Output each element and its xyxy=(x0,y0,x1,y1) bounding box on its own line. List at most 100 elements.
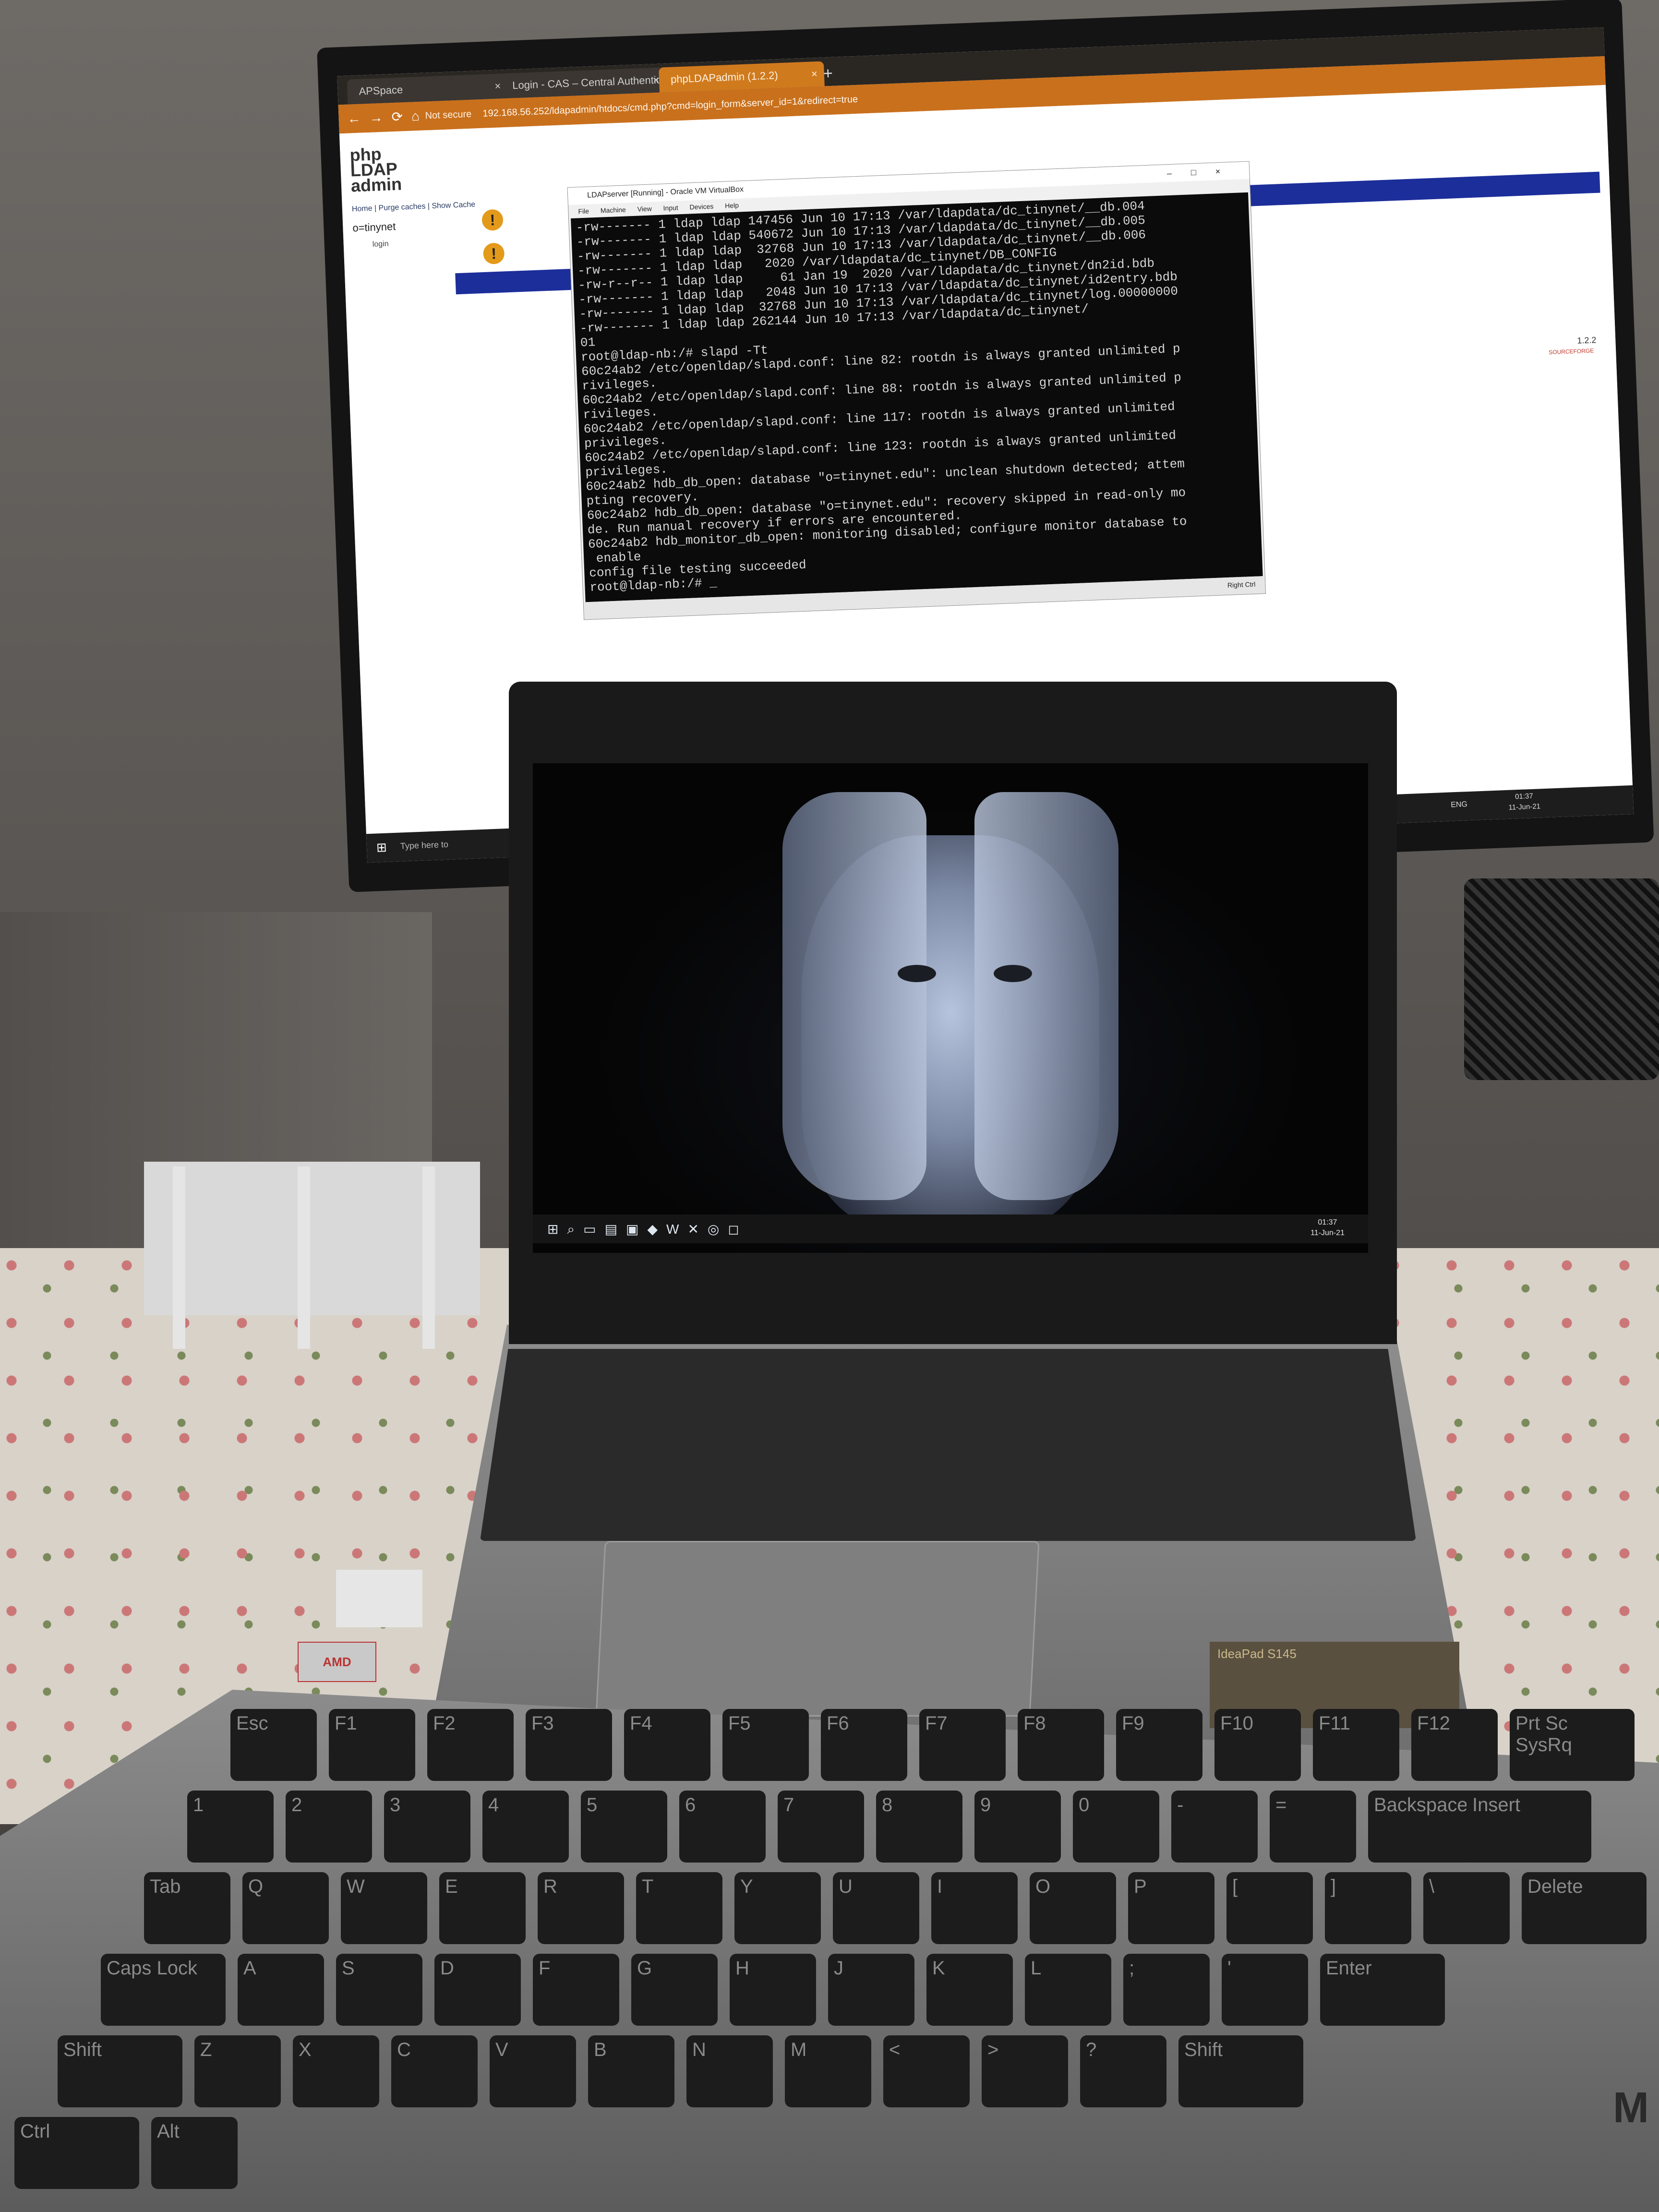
key-f3[interactable]: F3 xyxy=(526,1709,612,1781)
key--[interactable]: - xyxy=(1171,1791,1258,1863)
key-6[interactable]: 6 xyxy=(679,1791,766,1863)
key--[interactable]: ? xyxy=(1080,2035,1166,2107)
key-shift[interactable]: Shift xyxy=(1178,2035,1303,2107)
key-w[interactable]: W xyxy=(341,1872,427,1944)
key-m[interactable]: M xyxy=(785,2035,871,2107)
taskbar-search[interactable]: Type here to xyxy=(400,840,449,852)
keyboard-brand: M xyxy=(1613,2084,1649,2132)
taskbar-app-icons[interactable]: ⊞⌕▭▤▣◆W✕◎◻ xyxy=(547,1221,748,1238)
key-f8[interactable]: F8 xyxy=(1018,1709,1104,1781)
terminal-line: 60c24ab2 /etc/openldap/slapd.conf: line … xyxy=(583,399,1176,437)
key-alt[interactable]: Alt xyxy=(151,2117,238,2189)
key-f12[interactable]: F12 xyxy=(1411,1709,1498,1781)
key-l[interactable]: L xyxy=(1025,1954,1111,2026)
key--[interactable]: < xyxy=(883,2035,970,2107)
key-f6[interactable]: F6 xyxy=(821,1709,907,1781)
key-y[interactable]: Y xyxy=(734,1872,821,1944)
key-8[interactable]: 8 xyxy=(876,1791,962,1863)
tab-label: APSpace xyxy=(359,84,403,97)
menu-devices[interactable]: Devices xyxy=(689,200,714,214)
taskbar-clock[interactable]: 01:37 11-Jun-21 xyxy=(1508,791,1540,813)
key-s[interactable]: S xyxy=(336,1954,422,2026)
key-shift[interactable]: Shift xyxy=(58,2035,182,2107)
tree-login-link[interactable]: login xyxy=(372,240,388,249)
key--[interactable]: [ xyxy=(1226,1872,1313,1944)
router-antenna xyxy=(298,1166,310,1349)
pla-nav-links[interactable]: Home | Purge caches | Show Cache xyxy=(352,201,476,214)
nav-icons[interactable]: ←→⟳⌂ xyxy=(347,101,429,133)
key-esc[interactable]: Esc xyxy=(230,1709,317,1781)
key-f9[interactable]: F9 xyxy=(1116,1709,1202,1781)
key-f11[interactable]: F11 xyxy=(1313,1709,1399,1781)
key-e[interactable]: E xyxy=(439,1872,526,1944)
new-tab-button[interactable]: + xyxy=(817,62,839,84)
key-a[interactable]: A xyxy=(238,1954,324,2026)
key--[interactable]: = xyxy=(1270,1791,1356,1863)
key-r[interactable]: R xyxy=(538,1872,624,1944)
key-i[interactable]: I xyxy=(931,1872,1018,1944)
key-b[interactable]: B xyxy=(588,2035,674,2107)
key-j[interactable]: J xyxy=(828,1954,914,2026)
terminal-console[interactable]: -rw------- 1 ldap ldap 147456 Jun 10 17:… xyxy=(571,192,1263,602)
key--[interactable]: ] xyxy=(1325,1872,1411,1944)
laptop-taskbar: ⊞⌕▭▤▣◆W✕◎◻ 01:37 11-Jun-21 xyxy=(533,1214,1368,1243)
key-z[interactable]: Z xyxy=(194,2035,281,2107)
key-x[interactable]: X xyxy=(293,2035,379,2107)
key-f[interactable]: F xyxy=(533,1954,619,2026)
key-f1[interactable]: F1 xyxy=(329,1709,415,1781)
key-4[interactable]: 4 xyxy=(482,1791,569,1863)
key-f4[interactable]: F4 xyxy=(624,1709,710,1781)
key-3[interactable]: 3 xyxy=(384,1791,470,1863)
menu-view[interactable]: View xyxy=(637,202,652,216)
key-prt-sc-sysrq[interactable]: Prt Sc SysRq xyxy=(1510,1709,1635,1781)
laptop-keyboard xyxy=(480,1349,1416,1541)
window-controls[interactable]: –□× xyxy=(1166,162,1240,182)
menu-machine[interactable]: Machine xyxy=(600,203,626,217)
key-f7[interactable]: F7 xyxy=(919,1709,1006,1781)
key-o[interactable]: O xyxy=(1030,1872,1116,1944)
key-0[interactable]: 0 xyxy=(1073,1791,1159,1863)
menu-input[interactable]: Input xyxy=(663,201,678,215)
key-d[interactable]: D xyxy=(434,1954,521,2026)
key-f10[interactable]: F10 xyxy=(1214,1709,1301,1781)
key-1[interactable]: 1 xyxy=(187,1791,274,1863)
phpldapadmin-logo: php LDAP admin xyxy=(349,144,402,196)
key-enter[interactable]: Enter xyxy=(1320,1954,1445,2026)
key--[interactable]: \ xyxy=(1423,1872,1510,1944)
key-delete[interactable]: Delete xyxy=(1522,1872,1647,1944)
key-f5[interactable]: F5 xyxy=(722,1709,809,1781)
key-tab[interactable]: Tab xyxy=(144,1872,230,1944)
key-5[interactable]: 5 xyxy=(581,1791,667,1863)
menu-help[interactable]: Help xyxy=(725,199,739,213)
key-v[interactable]: V xyxy=(490,2035,576,2107)
key-h[interactable]: H xyxy=(730,1954,816,2026)
amd-sticker: AMD xyxy=(298,1642,376,1682)
key-f2[interactable]: F2 xyxy=(427,1709,514,1781)
windows-start-icon[interactable]: ⊞ xyxy=(376,840,387,855)
sourceforge-logo: SOURCEFORGE xyxy=(1548,347,1594,356)
key-n[interactable]: N xyxy=(686,2035,773,2107)
key-t[interactable]: T xyxy=(636,1872,722,1944)
touchpad[interactable] xyxy=(595,1541,1040,1717)
key-caps-lock[interactable]: Caps Lock xyxy=(101,1954,226,2026)
key-2[interactable]: 2 xyxy=(286,1791,372,1863)
key--[interactable]: ' xyxy=(1222,1954,1308,2026)
key--[interactable]: ; xyxy=(1123,1954,1210,2026)
key-insert[interactable]: Insert xyxy=(1467,1791,1591,1863)
laptop-clock[interactable]: 01:37 11-Jun-21 xyxy=(1310,1217,1345,1238)
key-c[interactable]: C xyxy=(391,2035,478,2107)
key-k[interactable]: K xyxy=(926,1954,1013,2026)
key-g[interactable]: G xyxy=(631,1954,718,2026)
key--[interactable]: > xyxy=(982,2035,1068,2107)
key-u[interactable]: U xyxy=(833,1872,919,1944)
menu-file[interactable]: File xyxy=(578,204,589,218)
key-9[interactable]: 9 xyxy=(974,1791,1061,1863)
key-q[interactable]: Q xyxy=(242,1872,329,1944)
key-p[interactable]: P xyxy=(1128,1872,1214,1944)
tree-root[interactable]: o=tinynet xyxy=(352,220,396,234)
language-indicator[interactable]: ENG xyxy=(1451,800,1467,809)
key-7[interactable]: 7 xyxy=(778,1791,864,1863)
security-indicator[interactable]: Not secure xyxy=(424,100,472,131)
key-ctrl[interactable]: Ctrl xyxy=(14,2117,139,2189)
terminal-line: 01 xyxy=(580,335,596,350)
